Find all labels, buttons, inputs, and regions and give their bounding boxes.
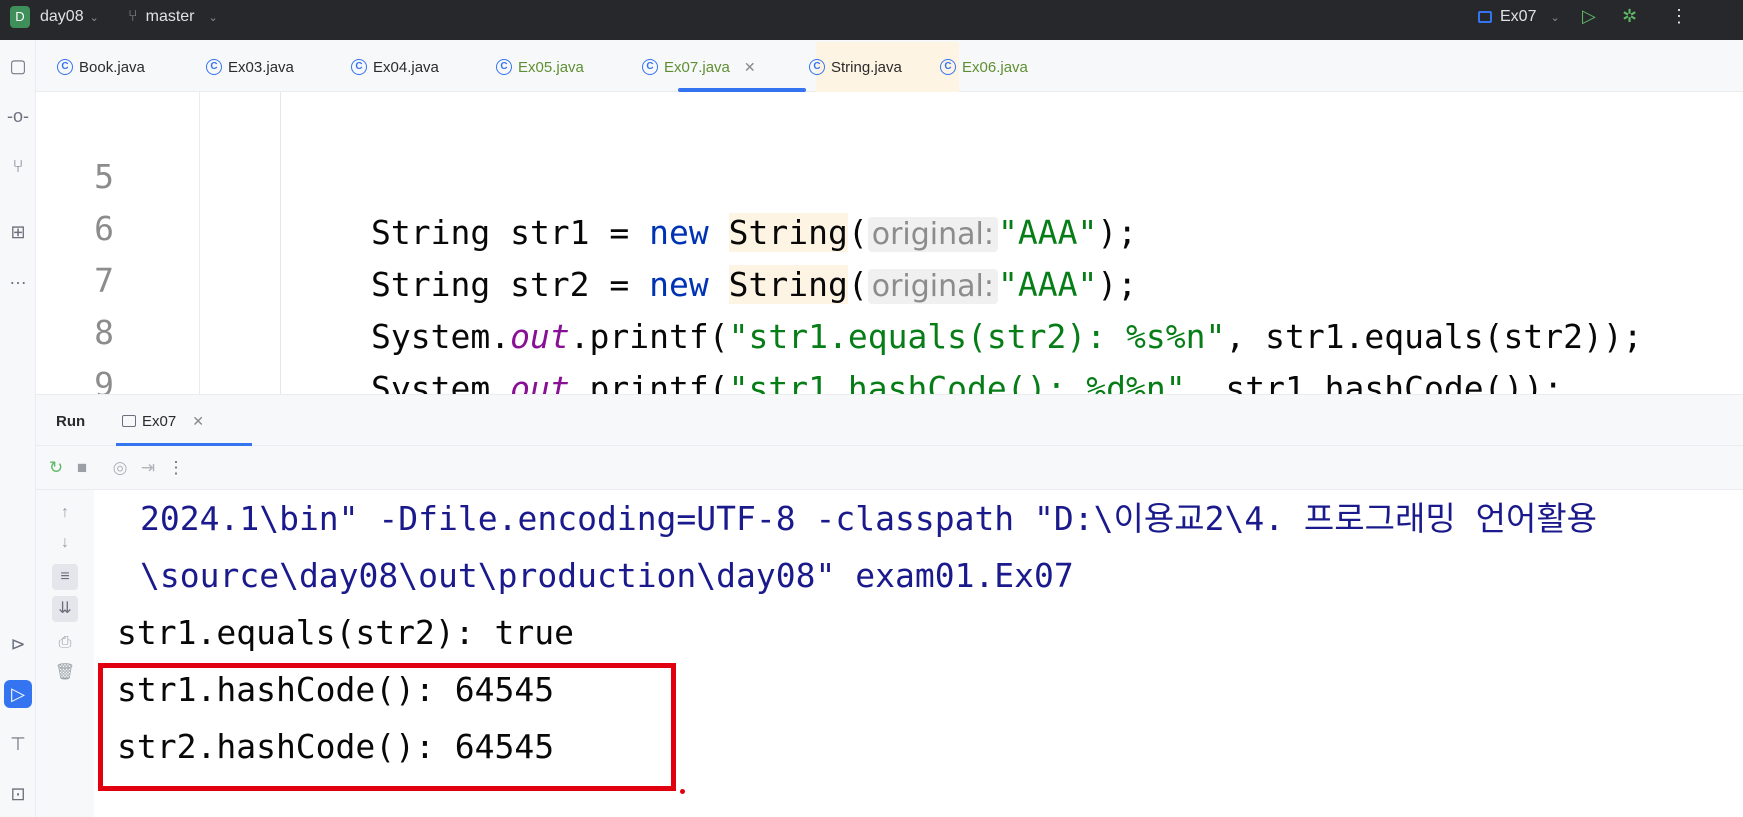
tab-label: Ex03.java xyxy=(228,58,294,76)
class-icon: C xyxy=(496,59,512,75)
scroll-to-end-icon[interactable]: ⇊ xyxy=(52,596,78,622)
run-config-selector[interactable]: Ex07 ⌄ xyxy=(1478,8,1560,26)
run-tab-ex07[interactable]: Ex07 ✕ xyxy=(122,407,204,435)
chevron-down-icon: ⌄ xyxy=(89,12,99,24)
tab-ex04-java[interactable]: C Ex04.java xyxy=(351,52,439,82)
print-icon[interactable]: ⎙ xyxy=(52,630,78,656)
code-editor[interactable]: 5 String str1 = new String(original: "AAA… xyxy=(36,92,1743,460)
branch-selector[interactable]: ⑂ master ⌄ xyxy=(128,8,218,26)
class-icon: C xyxy=(940,59,956,75)
code-line: 6 String str2 = new String(original: "AAA… xyxy=(36,145,1743,304)
branch-name: master xyxy=(145,8,195,25)
structure-icon[interactable]: ⊞ xyxy=(4,218,32,246)
build-icon[interactable]: ⊤ xyxy=(4,730,32,758)
restore-layout-icon[interactable]: ⇥ xyxy=(136,456,160,480)
soft-wrap-icon[interactable]: ≡ xyxy=(52,564,78,590)
services-icon[interactable]: ⊳ xyxy=(4,630,32,658)
console-line: 2024.1\bin" -Dfile.encoding=UTF-8 -class… xyxy=(140,499,1598,538)
class-icon: C xyxy=(206,59,222,75)
chevron-down-icon: ⌄ xyxy=(1550,11,1560,24)
chevron-down-icon: ⌄ xyxy=(208,11,218,24)
project-name: day08 xyxy=(40,8,84,25)
project-selector[interactable]: day08 ⌄ xyxy=(40,8,99,26)
tab-label: Ex04.java xyxy=(373,58,439,76)
tab-label: Book.java xyxy=(79,58,145,76)
class-icon: C xyxy=(57,59,73,75)
run-icon[interactable]: ▷ xyxy=(1582,6,1596,27)
rerun-icon[interactable]: ↻ xyxy=(44,456,68,480)
editor-tab-bar: C Book.java C Ex03.java C Ex04.java C Ex… xyxy=(36,40,1743,92)
title-bar: D day08 ⌄ ⑂ master ⌄ Ex07 ⌄ ▷ ✲ ⋮ xyxy=(0,0,1743,40)
run-config-icon xyxy=(122,415,136,427)
run-tab-label: Ex07 xyxy=(142,412,177,430)
stop-icon[interactable]: ■ xyxy=(70,456,94,480)
trash-icon[interactable]: 🗑 xyxy=(52,660,78,686)
code-line: 5 String str1 = new String(original: "AAA… xyxy=(36,93,1743,252)
tab-label: Ex07.java xyxy=(664,58,730,76)
pull-requests-icon[interactable]: ⑂ xyxy=(4,152,32,180)
run-config-icon xyxy=(1478,11,1492,23)
tab-book-java[interactable]: C Book.java xyxy=(57,52,145,82)
class-icon: C xyxy=(809,59,825,75)
close-tab-icon[interactable]: ✕ xyxy=(192,413,204,430)
more-options-icon[interactable]: ⋮ xyxy=(1670,6,1688,27)
screenshot-icon[interactable]: ◎ xyxy=(108,456,132,480)
code-line: 7 System.out.printf("str1.equals(str2): … xyxy=(36,197,1743,356)
left-tool-bar: ▢ -o- ⑂ ⊞ … ⊳ ▷ ⊤ ⊡ xyxy=(0,40,36,817)
run-toolbar: ↻ ■ ◎ ⇥ ⋮ xyxy=(36,446,1743,490)
run-tool-window-header: Run Ex07 ✕ xyxy=(36,394,1743,446)
code-line: 9 System.out.printf("str2.hashCode(): %d… xyxy=(36,301,1743,460)
more-tools-icon[interactable]: … xyxy=(4,264,32,292)
tab-ex05-java[interactable]: C Ex05.java xyxy=(496,52,584,82)
code-line: 8 System.out.printf("str1.hashCode(): %d… xyxy=(36,249,1743,408)
close-tab-icon[interactable]: ✕ xyxy=(744,59,756,76)
class-icon: C xyxy=(351,59,367,75)
run-tool-icon[interactable]: ▷ xyxy=(4,680,32,708)
more-options-icon[interactable]: ⋮ xyxy=(164,456,188,480)
console-line: \source\day08\out\production\day08" exam… xyxy=(140,556,1074,595)
terminal-icon[interactable]: ⊡ xyxy=(4,780,32,808)
console-line: str1.equals(str2): true xyxy=(117,613,574,652)
tab-ex06-java[interactable]: C Ex06.java xyxy=(940,52,1028,82)
tab-ex03-java[interactable]: C Ex03.java xyxy=(206,52,294,82)
git-branch-icon: ⑂ xyxy=(128,8,138,25)
tab-label: Ex06.java xyxy=(962,58,1028,76)
project-folder-icon[interactable]: ▢ xyxy=(4,52,32,80)
run-config-name: Ex07 xyxy=(1500,8,1537,25)
arrow-up-icon[interactable]: ↑ xyxy=(52,500,78,526)
tab-ex07-java[interactable]: C Ex07.java ✕ xyxy=(642,52,756,82)
commit-icon[interactable]: -o- xyxy=(4,102,32,130)
tab-string-java[interactable]: C String.java xyxy=(809,52,902,82)
arrow-down-icon[interactable]: ↓ xyxy=(52,530,78,556)
highlight-annotation-box xyxy=(98,663,676,791)
tab-label: Ex05.java xyxy=(518,58,584,76)
run-title: Run xyxy=(56,413,86,430)
console-side-toolbar: ↑ ↓ ≡ ⇊ ⎙ 🗑 xyxy=(36,490,94,817)
project-badge[interactable]: D xyxy=(10,6,30,28)
class-icon: C xyxy=(642,59,658,75)
annotation-dot xyxy=(680,789,685,794)
debug-icon[interactable]: ✲ xyxy=(1622,6,1637,27)
tab-label: String.java xyxy=(831,58,902,76)
